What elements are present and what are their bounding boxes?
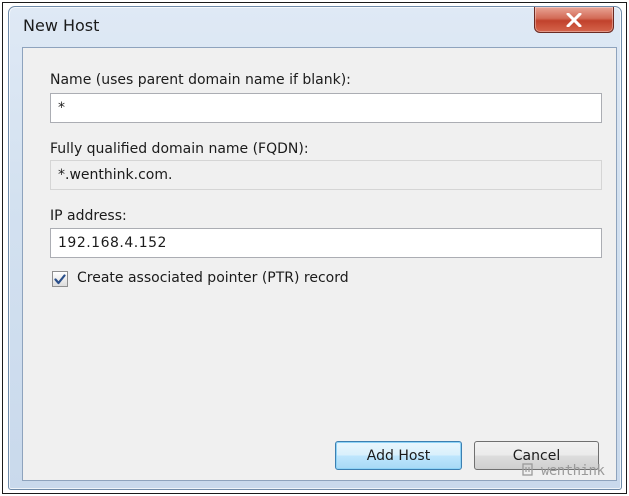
ptr-checkbox[interactable] xyxy=(52,271,68,287)
new-host-dialog: New Host Name (uses parent domain name i… xyxy=(8,6,622,490)
close-button[interactable] xyxy=(534,7,614,33)
name-label: Name (uses parent domain name if blank): xyxy=(50,72,351,88)
check-icon xyxy=(54,273,66,284)
watermark-text: wenthink xyxy=(540,463,605,479)
dialog-body: Name (uses parent domain name if blank):… xyxy=(22,47,617,481)
ip-address-label: IP address: xyxy=(50,208,127,224)
add-host-button[interactable]: Add Host xyxy=(335,441,462,470)
fqdn-label: Fully qualified domain name (FQDN): xyxy=(50,141,309,157)
close-icon xyxy=(566,12,582,27)
name-input[interactable]: * xyxy=(50,93,602,123)
ptr-checkbox-label[interactable]: Create associated pointer (PTR) record xyxy=(77,270,349,286)
fqdn-field: *.wenthink.com. xyxy=(50,160,602,190)
watermark: wenthink xyxy=(522,463,605,479)
dialog-title: New Host xyxy=(23,16,100,35)
ip-address-input[interactable]: 192.168.4.152 xyxy=(50,228,602,258)
logo-icon xyxy=(522,463,533,476)
